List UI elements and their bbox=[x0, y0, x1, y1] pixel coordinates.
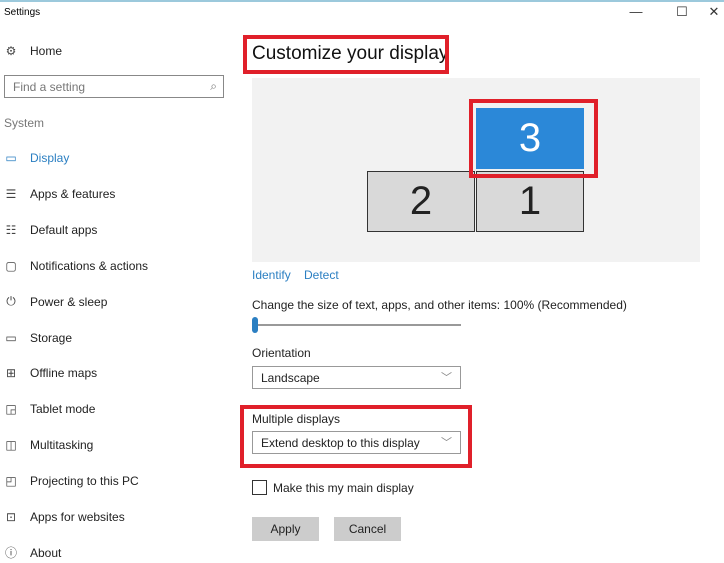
sidebar-item-label: Tablet mode bbox=[30, 402, 96, 417]
map-icon: ⊞ bbox=[5, 366, 17, 381]
section-heading: System bbox=[4, 116, 45, 130]
search-placeholder: Find a setting bbox=[13, 80, 86, 94]
sidebar-item-offline-maps[interactable]: ⊞ Offline maps bbox=[4, 363, 97, 383]
sidebar-item-notifications-actions[interactable]: ▢ Notifications & actions bbox=[4, 256, 148, 276]
close-button[interactable]: ✕ bbox=[704, 4, 724, 20]
window-top-border bbox=[0, 0, 724, 2]
info-icon: ⓘ bbox=[4, 546, 17, 561]
sidebar-item-projecting-to-this-pc[interactable]: ◰ Projecting to this PC bbox=[4, 471, 139, 491]
apply-button[interactable]: Apply bbox=[252, 517, 319, 541]
sidebar-item-label: Notifications & actions bbox=[30, 258, 149, 273]
minimize-button[interactable]: — bbox=[626, 4, 646, 19]
main-display-label: Make this my main display bbox=[273, 481, 414, 495]
sidebar-item-apps-features[interactable]: ☰ Apps & features bbox=[4, 184, 116, 204]
default-apps-icon: ☷ bbox=[5, 222, 17, 237]
sidebar-item-power-sleep[interactable]: ⏻ Power & sleep bbox=[4, 292, 107, 312]
identify-link[interactable]: Identify bbox=[252, 268, 291, 282]
multiple-displays-highlight bbox=[240, 405, 472, 468]
scale-slider[interactable] bbox=[254, 324, 461, 326]
gear-icon: ⚙ bbox=[5, 44, 17, 58]
monitor-1[interactable]: 1 bbox=[476, 171, 584, 232]
title-highlight bbox=[243, 35, 449, 74]
detect-link[interactable]: Detect bbox=[304, 268, 339, 282]
monitor-highlight bbox=[469, 99, 598, 178]
scale-slider-thumb[interactable] bbox=[252, 317, 258, 333]
scale-label: Change the size of text, apps, and other… bbox=[252, 298, 627, 312]
orientation-label: Orientation bbox=[252, 346, 311, 360]
notification-icon: ▢ bbox=[5, 258, 17, 273]
sidebar-item-about[interactable]: ⓘ About bbox=[4, 543, 61, 563]
sidebar-item-storage[interactable]: ▭ Storage bbox=[4, 328, 72, 348]
sidebar-item-label: Apps for websites bbox=[30, 510, 125, 524]
projecting-icon: ◰ bbox=[5, 474, 17, 489]
orientation-dropdown[interactable]: Landscape ﹀ bbox=[252, 366, 461, 389]
sidebar-item-multitasking[interactable]: ◫ Multitasking bbox=[4, 435, 93, 455]
sidebar-item-label: Offline maps bbox=[30, 366, 98, 381]
sidebar-item-default-apps[interactable]: ☷ Default apps bbox=[4, 220, 98, 240]
sidebar-item-label: Projecting to this PC bbox=[30, 474, 139, 489]
sidebar-item-label: Multitasking bbox=[30, 438, 94, 453]
sidebar-item-label: Storage bbox=[30, 330, 73, 345]
apps-websites-icon: ⊡ bbox=[5, 510, 17, 524]
sidebar-item-apps-for-websites[interactable]: ⊡ Apps for websites bbox=[4, 507, 125, 527]
sidebar-item-label: Default apps bbox=[30, 222, 98, 237]
sidebar-item-label: Display bbox=[30, 151, 70, 165]
power-icon: ⏻ bbox=[6, 294, 16, 309]
monitor-2[interactable]: 2 bbox=[367, 171, 475, 232]
cancel-button[interactable]: Cancel bbox=[334, 517, 401, 541]
sidebar-item-tablet-mode[interactable]: ◲ Tablet mode bbox=[4, 399, 95, 419]
sidebar-item-label: Apps & features bbox=[30, 186, 116, 201]
home-label: Home bbox=[30, 44, 63, 58]
search-input[interactable]: Find a setting ⌕ bbox=[4, 75, 224, 98]
storage-icon: ▭ bbox=[5, 330, 17, 345]
list-icon: ☰ bbox=[5, 186, 17, 201]
sidebar-item-display[interactable]: ▭ Display bbox=[4, 148, 69, 168]
main-display-checkbox[interactable] bbox=[252, 480, 267, 495]
chevron-down-icon: ﹀ bbox=[441, 372, 452, 384]
sidebar-item-label: Power & sleep bbox=[30, 294, 108, 309]
sidebar-item-label: About bbox=[30, 545, 62, 560]
orientation-value: Landscape bbox=[261, 371, 320, 385]
monitor-icon: ▭ bbox=[5, 151, 17, 165]
window-title: Settings bbox=[4, 7, 41, 18]
tablet-icon: ◲ bbox=[5, 402, 17, 417]
maximize-button[interactable]: ☐ bbox=[672, 4, 692, 20]
search-icon[interactable]: ⌕ bbox=[210, 79, 217, 94]
multitasking-icon: ◫ bbox=[5, 438, 17, 453]
sidebar-home[interactable]: ⚙ Home bbox=[4, 41, 62, 61]
